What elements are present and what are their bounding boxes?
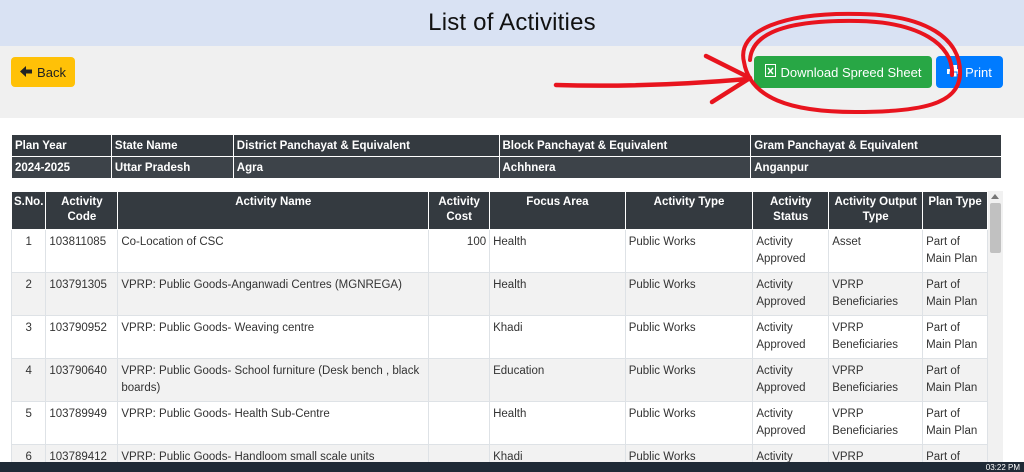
district-header: District Panchayat & Equivalent [232,134,500,157]
cell-activity-status: Activity Approved [752,358,830,402]
col-activity-name[interactable]: Activity Name [117,191,430,230]
spreadsheet-icon [764,64,776,80]
col-output-type[interactable]: Activity Output Type [828,191,924,230]
table-row: 4 103790640 VPRP: Public Goods- School fur… [10,358,988,402]
plan-info-table: Plan Year State Name District Panchayat … [11,134,1002,179]
cell-sno: 5 [10,401,47,445]
cell-output-type: VPRP Beneficiaries [828,401,924,445]
cell-sno: 4 [10,358,47,402]
cell-focus-area: Health [489,229,626,273]
cell-activity-code: 103811085 [45,229,119,273]
cell-plan-type: Part of Main Plan [922,272,988,316]
cell-activity-type: Public Works [624,272,754,316]
cell-activity-code: 103790640 [45,358,119,402]
cell-plan-type: Part of Main Plan [922,401,988,445]
cell-activity-name: VPRP: Public Goods- Health Sub-Centre [117,401,430,445]
cell-activity-type: Public Works [624,358,754,402]
col-plan-type[interactable]: Plan Type [922,191,988,230]
cell-focus-area: Education [489,358,626,402]
scroll-thumb[interactable] [990,203,1001,253]
plan-year-value: 2024-2025 [11,156,112,179]
cell-activity-name: Co-Location of CSC [117,229,430,273]
cell-output-type: VPRP Beneficiaries [828,358,924,402]
page-title: List of Activities [428,9,596,36]
table-row: 5 103789949 VPRP: Public Goods- Health Sub… [10,401,988,445]
cell-activity-cost [428,401,491,445]
block-value: Achhnera [498,156,752,179]
col-activity-cost[interactable]: Activity Cost [428,191,491,230]
arrow-left-icon [20,65,33,80]
cell-output-type: Asset [828,229,924,273]
state-value: Uttar Pradesh [110,156,234,179]
gram-header: Gram Panchayat & Equivalent [750,134,1002,157]
table-row: 3 103790952 VPRP: Public Goods- Weaving ce… [10,315,988,359]
print-button[interactable]: Print [936,56,1003,88]
col-sno[interactable]: S.No. [10,191,47,230]
state-header: State Name [110,134,234,157]
print-label: Print [965,64,992,80]
activities-table: S.No. Activity Code Activity Name Activi… [10,191,988,472]
title-bar: List of Activities [0,0,1024,46]
cell-sno: 2 [10,272,47,316]
cell-activity-status: Activity Approved [752,315,830,359]
col-activity-status[interactable]: Activity Status [752,191,830,230]
table-row: 1 103811085 Co-Location of CSC 100 Health Pub… [10,229,988,273]
cell-focus-area: Khadi [489,315,626,359]
scroll-up-icon[interactable] [991,194,999,199]
gram-value: Anganpur [750,156,1002,179]
cell-plan-type: Part of Main Plan [922,229,988,273]
block-header: Block Panchayat & Equivalent [498,134,752,157]
district-value: Agra [232,156,500,179]
cell-activity-type: Public Works [624,401,754,445]
cell-activity-status: Activity Approved [752,272,830,316]
activities-header-row: S.No. Activity Code Activity Name Activi… [10,191,988,230]
cell-sno: 3 [10,315,47,359]
col-focus-area[interactable]: Focus Area [489,191,626,230]
taskbar-clock: 03:22 PM [985,463,1020,472]
cell-activity-cost [428,272,491,316]
cell-focus-area: Health [489,272,626,316]
table-row: 2 103791305 VPRP: Public Goods-Anganwadi C… [10,272,988,316]
plan-info-header-row: Plan Year State Name District Panchayat … [11,134,1002,157]
activities-body: 1 103811085 Co-Location of CSC 100 Health Pub… [10,229,988,472]
cell-sno: 1 [10,229,47,273]
back-label: Back [37,64,66,80]
cell-activity-name: VPRP: Public Goods-Anganwadi Centres (MG… [117,272,430,316]
cell-activity-code: 103791305 [45,272,119,316]
cell-activity-type: Public Works [624,315,754,359]
cell-output-type: VPRP Beneficiaries [828,272,924,316]
cell-plan-type: Part of Main Plan [922,358,988,402]
taskbar: 03:22 PM [0,462,1024,472]
cell-activity-code: 103790952 [45,315,119,359]
printer-icon [947,64,961,80]
cell-activity-cost [428,358,491,402]
cell-activity-code: 103789949 [45,401,119,445]
table-scrollbar[interactable] [988,191,1003,466]
col-activity-type[interactable]: Activity Type [624,191,754,230]
cell-plan-type: Part of Main Plan [922,315,988,359]
col-activity-code[interactable]: Activity Code [45,191,119,230]
download-label: Download Spreed Sheet [780,64,922,80]
cell-output-type: VPRP Beneficiaries [828,315,924,359]
cell-activity-name: VPRP: Public Goods- Weaving centre [117,315,430,359]
cell-activity-name: VPRP: Public Goods- School furniture (De… [117,358,430,402]
plan-info-value-row: 2024-2025 Uttar Pradesh Agra Achhnera An… [11,156,1002,179]
cell-activity-cost [428,315,491,359]
cell-activity-status: Activity Approved [752,229,830,273]
plan-year-header: Plan Year [11,134,112,157]
back-button[interactable]: Back [11,57,75,87]
cell-activity-status: Activity Approved [752,401,830,445]
download-spreadsheet-button[interactable]: Download Spreed Sheet [754,56,932,88]
cell-focus-area: Health [489,401,626,445]
cell-activity-cost: 100 [428,229,491,273]
cell-activity-type: Public Works [624,229,754,273]
